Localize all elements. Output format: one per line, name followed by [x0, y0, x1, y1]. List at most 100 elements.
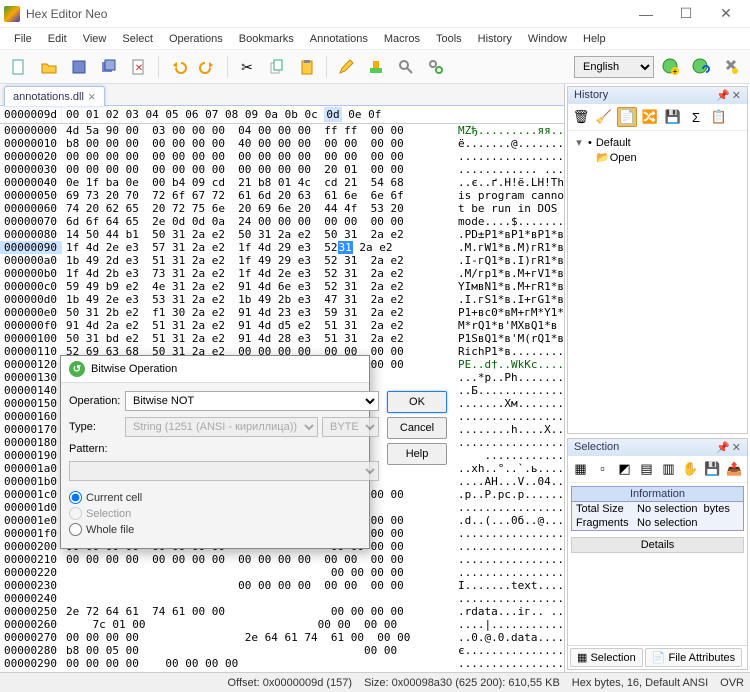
hex-row[interactable]: 00000010b8 00 00 00 00 00 00 00 40 00 00… — [0, 137, 564, 150]
close-file-icon[interactable]: ✕ — [126, 54, 152, 80]
cancel-button[interactable]: Cancel — [387, 417, 447, 439]
paste-icon[interactable] — [294, 54, 320, 80]
pin-icon[interactable]: 📌 — [716, 89, 730, 102]
hex-row[interactable]: 000000e050 31 2b e2 f1 30 2a e2 91 4d 23… — [0, 306, 564, 319]
hist-tree-icon[interactable]: 📄 — [617, 107, 637, 127]
hex-row[interactable]: 000000400e 1f ba 0e 00 b4 09 cd 21 b8 01… — [0, 176, 564, 189]
maximize-button[interactable]: ☐ — [666, 2, 706, 26]
hex-row[interactable]: 0000006074 20 62 65 20 72 75 6e 20 69 6e… — [0, 202, 564, 215]
new-icon[interactable] — [6, 54, 32, 80]
hex-row[interactable]: 0000027000 00 00 00 2e 64 61 74 61 00 00… — [0, 631, 564, 644]
radio-current-cell[interactable]: Current cell — [69, 491, 379, 504]
highlight-icon[interactable] — [363, 54, 389, 80]
menu-bookmarks[interactable]: Bookmarks — [231, 31, 302, 47]
save-icon[interactable] — [66, 54, 92, 80]
radio-whole-file[interactable]: Whole file — [69, 523, 379, 536]
tab-file-attrs[interactable]: 📄 File Attributes — [645, 648, 742, 667]
sel-export-icon[interactable]: 📤 — [725, 459, 744, 479]
hex-row[interactable]: 00000220 00 00 00 00................ — [0, 566, 564, 579]
hex-row[interactable]: 00000230 00 00 00 00 00 00 00 00I.......… — [0, 579, 564, 592]
bitwise-dialog: ↺ Bitwise Operation Operation: Bitwise N… — [60, 355, 370, 549]
sel-hand-icon[interactable]: ✋ — [681, 459, 700, 479]
byte-select: BYTE — [322, 417, 379, 437]
hex-row[interactable]: 0000021000 00 00 00 00 00 00 00 00 00 00… — [0, 553, 564, 566]
selection-toolbar: ▦ ▫ ◩ ▤ ▥ ✋ 💾 📤 — [568, 456, 747, 483]
help-button[interactable]: Help — [387, 443, 447, 465]
menu-annotations[interactable]: Annotations — [302, 31, 376, 47]
info-header: Information — [572, 487, 743, 502]
history-item-open[interactable]: 📂Open — [574, 150, 741, 165]
hex-row[interactable]: 000002502e 72 64 61 74 61 00 00 00 00 00… — [0, 605, 564, 618]
pin-icon[interactable]: 📌 — [716, 441, 730, 454]
hex-row[interactable]: 000000c059 49 b9 e2 4e 31 2a e2 91 4d 6e… — [0, 280, 564, 293]
hex-row[interactable]: 0000029000 00 00 00 00 00 00 00 ........… — [0, 657, 564, 670]
sel-all-icon[interactable]: ▦ — [571, 459, 590, 479]
hex-row[interactable]: 000002a02e 70 64 61 74 61 00 00 .pdata..… — [0, 670, 564, 672]
hex-row[interactable]: 000000901f 4d 2e e3 57 31 2a e2 1f 4d 29… — [0, 241, 564, 254]
hex-row[interactable]: 00000260 7c 01 00 00 00 00 00 ....|.....… — [0, 618, 564, 631]
menu-history[interactable]: History — [470, 31, 520, 47]
history-root[interactable]: ▾•Default — [574, 135, 741, 150]
sel-invert-icon[interactable]: ◩ — [615, 459, 634, 479]
globe-refresh-icon[interactable] — [688, 54, 714, 80]
globe-add-icon[interactable]: + — [658, 54, 684, 80]
hist-purge-icon[interactable]: 🧹 — [594, 107, 614, 127]
hex-row[interactable]: 0000003000 00 00 00 00 00 00 00 00 00 00… — [0, 163, 564, 176]
redo-icon[interactable] — [195, 54, 221, 80]
cut-icon[interactable]: ✂ — [234, 54, 260, 80]
menu-file[interactable]: File — [6, 31, 40, 47]
menubar: File Edit View Select Operations Bookmar… — [0, 28, 750, 50]
hist-branch-icon[interactable]: 🔀 — [640, 107, 660, 127]
menu-tools[interactable]: Tools — [428, 31, 470, 47]
panel-close-icon[interactable]: ✕ — [732, 441, 741, 454]
undo-icon[interactable] — [165, 54, 191, 80]
menu-edit[interactable]: Edit — [40, 31, 75, 47]
hex-row[interactable]: 000000b01f 4d 2b e3 73 31 2a e2 1f 4d 2e… — [0, 267, 564, 280]
menu-select[interactable]: Select — [114, 31, 161, 47]
hex-row[interactable]: 0000008014 50 44 b1 50 31 2a e2 50 31 2a… — [0, 228, 564, 241]
hex-row[interactable]: 00000280b8 00 05 00 00 00є..............… — [0, 644, 564, 657]
details-header[interactable]: Details — [571, 537, 744, 553]
hex-row[interactable]: 000000004d 5a 90 00 03 00 00 00 04 00 00… — [0, 124, 564, 137]
hex-row[interactable]: 00000240 ................ — [0, 592, 564, 605]
menu-window[interactable]: Window — [520, 31, 575, 47]
hist-copy-icon[interactable]: 📋 — [709, 107, 729, 127]
hex-row[interactable]: 0000010050 31 bd e2 51 31 2a e2 91 4d 28… — [0, 332, 564, 345]
language-select[interactable]: English — [574, 56, 654, 78]
hex-row[interactable]: 0000002000 00 00 00 00 00 00 00 00 00 00… — [0, 150, 564, 163]
hex-row[interactable]: 000000a01b 49 2d e3 51 31 2a e2 1f 49 29… — [0, 254, 564, 267]
pattern-input — [69, 461, 379, 481]
ok-button[interactable]: OK — [387, 391, 447, 413]
tab-close-icon[interactable]: × — [88, 89, 96, 104]
saveall-icon[interactable] — [96, 54, 122, 80]
hex-row[interactable]: 000000706d 6f 64 65 2e 0d 0d 0a 24 00 00… — [0, 215, 564, 228]
edit-icon[interactable] — [333, 54, 359, 80]
open-icon[interactable] — [36, 54, 62, 80]
tab-selection[interactable]: ▦ Selection — [570, 648, 643, 667]
radio-selection: Selection — [69, 507, 379, 520]
close-button[interactable]: ✕ — [706, 2, 746, 26]
hist-stats-icon[interactable]: Σ — [686, 107, 706, 127]
file-tab[interactable]: annotations.dll × — [4, 86, 105, 106]
hex-row[interactable]: 000000d01b 49 2e e3 53 31 2a e2 1b 49 2b… — [0, 293, 564, 306]
menu-operations[interactable]: Operations — [161, 31, 231, 47]
panel-close-icon[interactable]: ✕ — [732, 89, 741, 102]
operation-select[interactable]: Bitwise NOT — [125, 391, 379, 411]
hist-delete-icon[interactable]: 🗑 — [571, 107, 591, 127]
header-bytes: 00 01 02 03 04 05 06 07 08 09 0a 0b 0c 0… — [62, 106, 564, 123]
menu-help[interactable]: Help — [575, 31, 614, 47]
sel-grid2-icon[interactable]: ▥ — [659, 459, 678, 479]
minimize-button[interactable]: — — [626, 2, 666, 26]
sel-none-icon[interactable]: ▫ — [593, 459, 612, 479]
sel-grid1-icon[interactable]: ▤ — [637, 459, 656, 479]
hex-row[interactable]: 000000f091 4d 2a e2 51 31 2a e2 91 4d d5… — [0, 319, 564, 332]
copy-icon[interactable] — [264, 54, 290, 80]
menu-view[interactable]: View — [75, 31, 115, 47]
menu-macros[interactable]: Macros — [376, 31, 428, 47]
hist-save-icon[interactable]: 💾 — [663, 107, 683, 127]
replace-icon[interactable] — [423, 54, 449, 80]
find-icon[interactable] — [393, 54, 419, 80]
hex-row[interactable]: 0000005069 73 20 70 72 6f 67 72 61 6d 20… — [0, 189, 564, 202]
sel-save-icon[interactable]: 💾 — [703, 459, 722, 479]
settings-icon[interactable] — [718, 54, 744, 80]
